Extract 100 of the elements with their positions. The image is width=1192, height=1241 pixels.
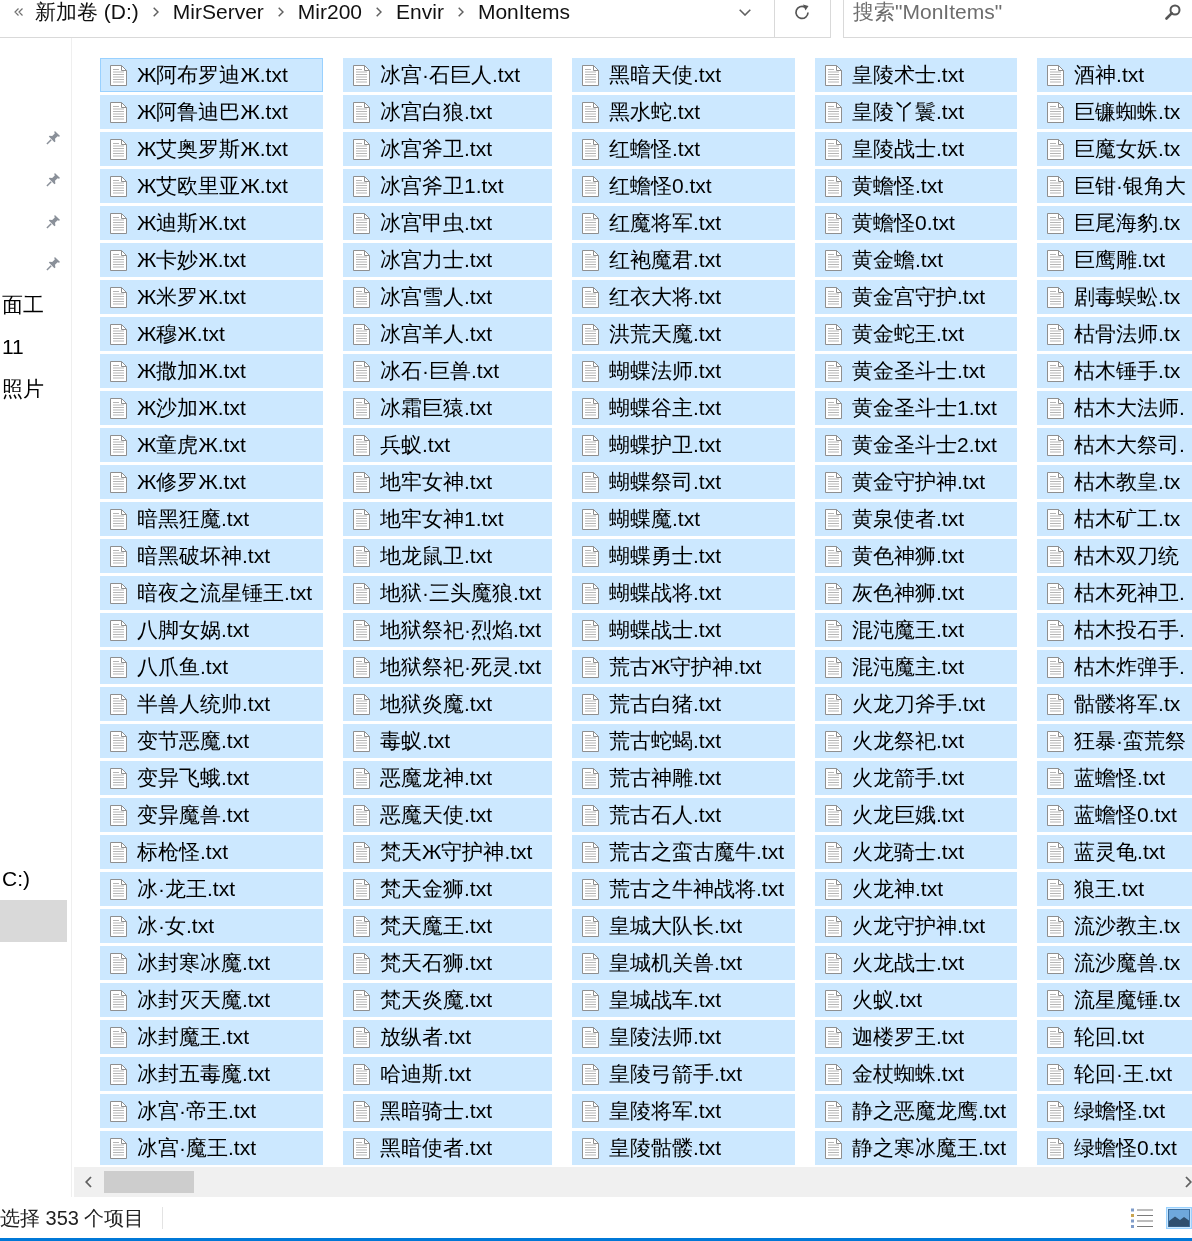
- file-item[interactable]: Ж沙加Ж.txt: [100, 391, 323, 425]
- file-item[interactable]: 混沌魔主.txt: [815, 650, 1018, 684]
- file-item[interactable]: 流星魔锤.tx: [1037, 983, 1192, 1017]
- caret-down-icon[interactable]: [739, 8, 751, 16]
- file-item[interactable]: Ж迪斯Ж.txt: [100, 206, 323, 240]
- nav-item[interactable]: C:): [0, 866, 30, 892]
- file-item[interactable]: 皇陵骷髅.txt: [572, 1131, 796, 1165]
- file-item[interactable]: 黄金圣斗士.txt: [815, 354, 1018, 388]
- file-item[interactable]: 绿蟾怪0.txt: [1037, 1131, 1192, 1165]
- large-icons-view-button[interactable]: [1166, 1206, 1192, 1229]
- file-item[interactable]: 黄色神狮.txt: [815, 539, 1018, 573]
- file-item[interactable]: 梵天Ж守护神.txt: [343, 835, 552, 869]
- file-item[interactable]: 荒古Ж守护神.txt: [572, 650, 796, 684]
- file-item[interactable]: 八爪鱼.txt: [100, 650, 323, 684]
- file-item[interactable]: 流沙魔兽.tx: [1037, 946, 1192, 980]
- file-item[interactable]: 枯木大法师.: [1037, 391, 1192, 425]
- chevron-right-icon[interactable]: [376, 7, 383, 17]
- file-item[interactable]: 毒蚁.txt: [343, 724, 552, 758]
- file-item[interactable]: 混沌魔王.txt: [815, 613, 1018, 647]
- chevron-right-icon[interactable]: [457, 7, 464, 17]
- file-item[interactable]: 酒神.txt: [1037, 58, 1192, 92]
- file-item[interactable]: 火龙骑士.txt: [815, 835, 1018, 869]
- file-item[interactable]: 地龙鼠卫.txt: [343, 539, 552, 573]
- file-item[interactable]: 巨尾海豹.tx: [1037, 206, 1192, 240]
- file-item[interactable]: 蝴蝶谷主.txt: [572, 391, 796, 425]
- file-item[interactable]: 黄金蟾.txt: [815, 243, 1018, 277]
- file-item[interactable]: 蓝蟾怪.txt: [1037, 761, 1192, 795]
- file-item[interactable]: 皇城战车.txt: [572, 983, 796, 1017]
- file-item[interactable]: Ж米罗Ж.txt: [100, 280, 323, 314]
- file-item[interactable]: 轮回·王.txt: [1037, 1057, 1192, 1091]
- file-item[interactable]: 冰宫·石巨人.txt: [343, 58, 552, 92]
- file-item[interactable]: 蝴蝶祭司.txt: [572, 465, 796, 499]
- file-item[interactable]: 荒古之牛神战将.txt: [572, 872, 796, 906]
- file-item[interactable]: 枯木死神卫.: [1037, 576, 1192, 610]
- file-item[interactable]: 荒古神雕.txt: [572, 761, 796, 795]
- file-item[interactable]: 哈迪斯.txt: [343, 1057, 552, 1091]
- file-item[interactable]: 蓝蟾怪0.txt: [1037, 798, 1192, 832]
- file-item[interactable]: Ж艾奥罗斯Ж.txt: [100, 132, 323, 166]
- file-item[interactable]: 冰·女.txt: [100, 909, 323, 943]
- file-item[interactable]: 火龙巨娥.txt: [815, 798, 1018, 832]
- file-item[interactable]: 梵天魔王.txt: [343, 909, 552, 943]
- chevron-right-icon[interactable]: [1185, 1176, 1192, 1188]
- file-item[interactable]: 蓝灵龟.txt: [1037, 835, 1192, 869]
- file-item[interactable]: 冰宫·魔王.txt: [100, 1131, 323, 1165]
- file-item[interactable]: 黄金圣斗士1.txt: [815, 391, 1018, 425]
- file-item[interactable]: 黄金宫守护.txt: [815, 280, 1018, 314]
- horizontal-scrollbar[interactable]: [74, 1167, 1192, 1197]
- file-item[interactable]: 火龙战士.txt: [815, 946, 1018, 980]
- file-item[interactable]: 冰霜巨猿.txt: [343, 391, 552, 425]
- file-item[interactable]: 兵蚁.txt: [343, 428, 552, 462]
- file-item[interactable]: 冰宫雪人.txt: [343, 280, 552, 314]
- file-item[interactable]: 轮回.txt: [1037, 1020, 1192, 1054]
- file-item[interactable]: 火龙祭祀.txt: [815, 724, 1018, 758]
- search-field[interactable]: 搜索"MonItems": [843, 0, 1192, 38]
- file-item[interactable]: 荒古白猪.txt: [572, 687, 796, 721]
- file-item[interactable]: 冰宫力士.txt: [343, 243, 552, 277]
- breadcrumb-item[interactable]: MirServer: [172, 0, 264, 24]
- chevron-right-icon[interactable]: [277, 7, 284, 17]
- file-item[interactable]: 荒古蛇蝎.txt: [572, 724, 796, 758]
- file-item[interactable]: 冰宫羊人.txt: [343, 317, 552, 351]
- file-item[interactable]: 八脚女娲.txt: [100, 613, 323, 647]
- file-item[interactable]: 枯木双刀统: [1037, 539, 1192, 573]
- file-item[interactable]: 红魔将军.txt: [572, 206, 796, 240]
- refresh-icon[interactable]: [794, 4, 810, 20]
- file-item[interactable]: 冰封魔王.txt: [100, 1020, 323, 1054]
- file-item[interactable]: 皇城大队长.txt: [572, 909, 796, 943]
- file-item[interactable]: 火龙守护神.txt: [815, 909, 1018, 943]
- file-item[interactable]: 地牢女神.txt: [343, 465, 552, 499]
- file-item[interactable]: 静之恶魔龙鹰.txt: [815, 1094, 1018, 1128]
- file-item[interactable]: 放纵者.txt: [343, 1020, 552, 1054]
- file-item[interactable]: 梵天金狮.txt: [343, 872, 552, 906]
- file-item[interactable]: 金杖蜘蛛.txt: [815, 1057, 1018, 1091]
- file-item[interactable]: 黄泉使者.txt: [815, 502, 1018, 536]
- nav-item[interactable]: 面工: [0, 292, 44, 318]
- file-item[interactable]: 流沙教主.tx: [1037, 909, 1192, 943]
- file-item[interactable]: 蝴蝶法师.txt: [572, 354, 796, 388]
- file-item[interactable]: 静之寒冰魔王.txt: [815, 1131, 1018, 1165]
- file-item[interactable]: 灰色神狮.txt: [815, 576, 1018, 610]
- file-item[interactable]: 黄金蛇王.txt: [815, 317, 1018, 351]
- file-item[interactable]: 蝴蝶护卫.txt: [572, 428, 796, 462]
- file-item[interactable]: 荒古之蛮古魔牛.txt: [572, 835, 796, 869]
- file-item[interactable]: 黄金守护神.txt: [815, 465, 1018, 499]
- file-item[interactable]: 冰封五毒魔.txt: [100, 1057, 323, 1091]
- file-item[interactable]: Ж艾欧里亚Ж.txt: [100, 169, 323, 203]
- file-item[interactable]: 皇陵弓箭手.txt: [572, 1057, 796, 1091]
- file-item[interactable]: 皇陵术士.txt: [815, 58, 1018, 92]
- file-item[interactable]: 冰封灭天魔.txt: [100, 983, 323, 1017]
- file-item[interactable]: 红袍魔君.txt: [572, 243, 796, 277]
- file-item[interactable]: 枯木投石手.: [1037, 613, 1192, 647]
- file-item[interactable]: 冰宫斧卫.txt: [343, 132, 552, 166]
- file-item[interactable]: 红蟾怪0.txt: [572, 169, 796, 203]
- file-item[interactable]: 地狱炎魔.txt: [343, 687, 552, 721]
- file-item[interactable]: 黑水蛇.txt: [572, 95, 796, 129]
- file-item[interactable]: 变异飞蛾.txt: [100, 761, 323, 795]
- file-item[interactable]: 荒古石人.txt: [572, 798, 796, 832]
- file-item[interactable]: 火龙刀斧手.txt: [815, 687, 1018, 721]
- file-item[interactable]: 黄蟾怪0.txt: [815, 206, 1018, 240]
- file-item[interactable]: 冰宫甲虫.txt: [343, 206, 552, 240]
- file-item[interactable]: 蝴蝶勇士.txt: [572, 539, 796, 573]
- file-item[interactable]: 冰封寒冰魔.txt: [100, 946, 323, 980]
